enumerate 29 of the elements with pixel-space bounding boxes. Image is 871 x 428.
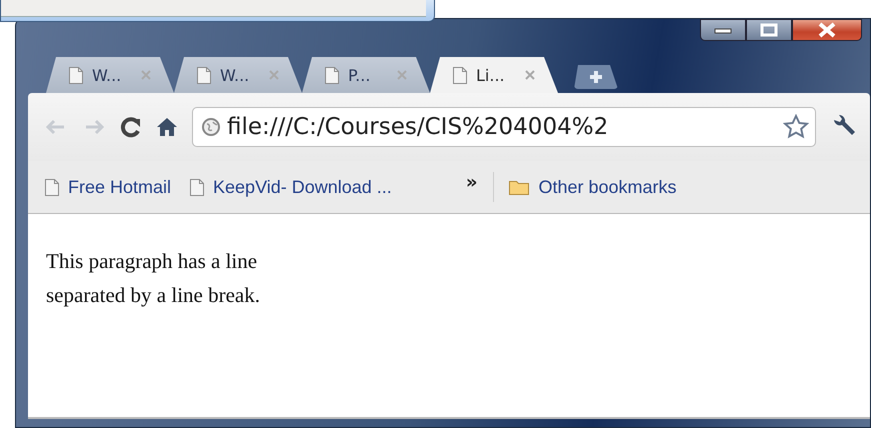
paragraph-text: This paragraph has a line separated by a line break. xyxy=(46,248,261,309)
browser-tab[interactable]: Li... xyxy=(430,57,558,93)
home-button[interactable] xyxy=(156,116,178,138)
bookmark-item[interactable]: KeepVid- Download ... xyxy=(185,174,396,200)
close-icon xyxy=(817,22,837,38)
browser-tab[interactable]: W... xyxy=(46,57,174,93)
browser-tab[interactable]: P... xyxy=(302,57,430,93)
bookmark-item[interactable]: Free Hotmail xyxy=(40,174,176,200)
overflow-chevron[interactable]: » xyxy=(466,172,478,192)
globe-icon xyxy=(201,117,221,137)
folder-icon xyxy=(508,178,530,196)
page-icon xyxy=(68,66,84,84)
plus-icon xyxy=(588,69,604,85)
minimize-icon xyxy=(714,26,732,34)
page-icon xyxy=(44,178,60,196)
page-icon xyxy=(196,66,212,84)
browser-tab[interactable]: W... xyxy=(174,57,302,93)
address-field[interactable]: file:///C:/Courses/CIS%204004%2 xyxy=(192,107,816,147)
page-icon xyxy=(452,66,468,84)
maximize-button[interactable] xyxy=(746,19,792,41)
page-icon xyxy=(324,66,340,84)
bookmark-item[interactable]: Other bookmarks xyxy=(504,174,681,200)
reload-button[interactable] xyxy=(120,116,142,138)
maximize-icon xyxy=(760,23,778,37)
star-icon[interactable] xyxy=(783,114,809,140)
minimize-button[interactable] xyxy=(700,19,746,41)
close-button[interactable] xyxy=(792,19,862,41)
new-tab-button[interactable] xyxy=(574,65,618,89)
page-icon xyxy=(189,178,206,196)
